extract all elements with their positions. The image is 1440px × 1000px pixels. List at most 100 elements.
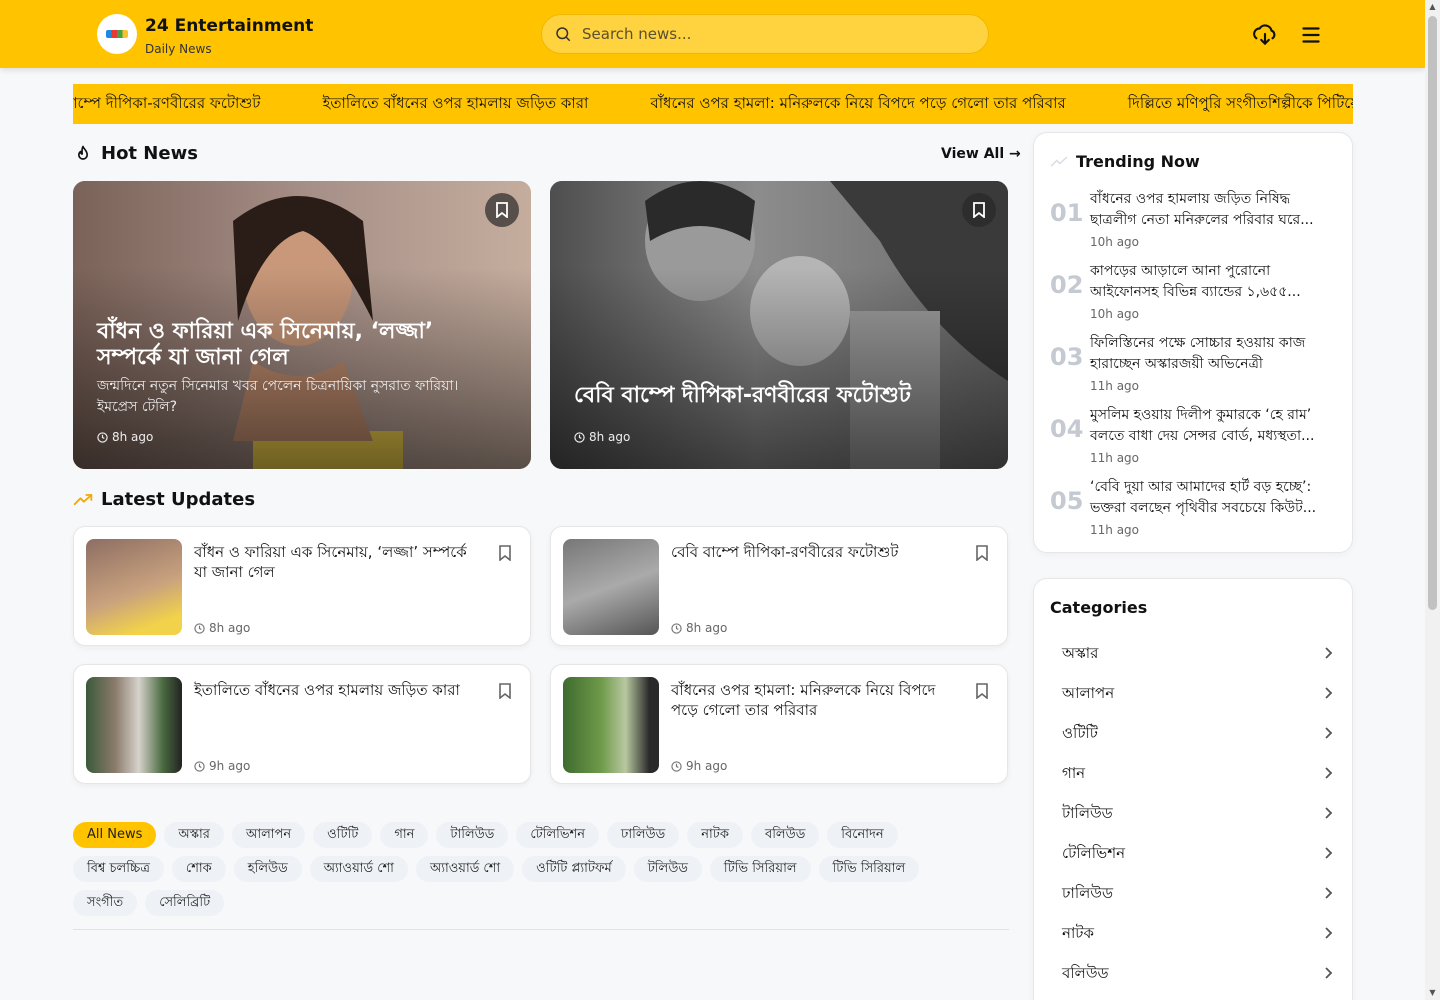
chip[interactable]: বিশ্ব চলচ্চিত্র bbox=[73, 856, 164, 882]
trending-item[interactable]: 04 মুসলিম হওয়ায় দিলীপ কুমারকে ‘হে রাম’… bbox=[1050, 405, 1340, 471]
category-label: টালিউড bbox=[1062, 804, 1113, 822]
bookmark-icon[interactable] bbox=[975, 683, 989, 699]
category-item[interactable]: টেলিভিশন bbox=[1050, 834, 1338, 872]
chip[interactable]: টালিউড bbox=[436, 822, 509, 848]
trending-item[interactable]: 02 কাপড়ের আড়ালে আনা পুরোনো আইফোনসহ বিভ… bbox=[1050, 261, 1340, 327]
hot-news-title: Hot News bbox=[101, 143, 198, 164]
bookmark-icon bbox=[973, 202, 985, 218]
site-subtitle: Daily News bbox=[145, 42, 212, 56]
trending-item[interactable]: 05 ‘বেবি দুয়া আর আমাদের হার্ট বড় হচ্ছে… bbox=[1050, 477, 1340, 543]
site-logo[interactable] bbox=[97, 14, 137, 54]
latest-news-card[interactable]: ইতালিতে বাঁধনের ওপর হামলায় জড়িত কারা 9… bbox=[73, 664, 531, 784]
chip[interactable]: হলিউড bbox=[233, 856, 302, 882]
trending-up-icon bbox=[73, 493, 93, 505]
menu-icon[interactable] bbox=[1298, 22, 1324, 48]
latest-card-title[interactable]: বাঁধন ও ফারিয়া এক সিনেমায়, ‘লজ্জা’ সম্… bbox=[194, 542, 484, 582]
ticker-item[interactable]: বাঁধনের ওপর হামলা: মনিরুলকে নিয়ে বিপদে … bbox=[650, 92, 1065, 117]
latest-card-title[interactable]: ইতালিতে বাঁধনের ওপর হামলায় জড়িত কারা bbox=[194, 680, 484, 700]
hot-news-card[interactable]: বাঁধন ও ফারিয়া এক সিনেমায়, ‘লজ্জা’ সম্… bbox=[73, 181, 531, 469]
chip[interactable]: অ্যাওয়ার্ড শো bbox=[415, 856, 515, 882]
latest-card-title[interactable]: বেবি বাম্পে দীপিকা-রণবীরের ফটোশুট bbox=[671, 542, 961, 562]
trending-time: 11h ago bbox=[1090, 523, 1140, 537]
clock-icon bbox=[671, 760, 682, 772]
search-input[interactable] bbox=[582, 15, 982, 53]
chip[interactable]: বিনোদন bbox=[827, 822, 898, 848]
latest-news-card[interactable]: বাঁধন ও ফারিয়া এক সিনেমায়, ‘লজ্জা’ সম্… bbox=[73, 526, 531, 646]
ticker-item[interactable]: ইতালিতে বাঁধনের ওপর হামলায় জড়িত কারা bbox=[322, 92, 588, 117]
bookmark-button[interactable] bbox=[485, 193, 519, 227]
trending-title-text[interactable]: বাঁধনের ওপর হামলায় জড়িত নিষিদ্ধ ছাত্রল… bbox=[1090, 189, 1340, 231]
trending-title-text[interactable]: ফিলিস্তিনের পক্ষে সোচ্চার হওয়ায় কাজ হা… bbox=[1090, 333, 1340, 375]
top-header: 24 Entertainment Daily News bbox=[0, 0, 1425, 68]
clock-icon bbox=[97, 431, 108, 443]
clock-icon bbox=[574, 431, 585, 443]
bookmark-button[interactable] bbox=[962, 193, 996, 227]
hot-card-title[interactable]: বেবি বাম্পে দীপিকা-রণবীরের ফটোশুট bbox=[574, 383, 974, 409]
scroll-up-icon[interactable]: ▲ bbox=[1428, 2, 1437, 12]
bookmark-icon[interactable] bbox=[498, 545, 512, 561]
category-item[interactable]: ওটিটি bbox=[1050, 714, 1338, 752]
category-item[interactable]: বলিউড bbox=[1050, 954, 1338, 992]
clock-icon bbox=[194, 622, 205, 634]
hot-card-title[interactable]: বাঁধন ও ফারিয়া এক সিনেমায়, ‘লজ্জা’ সম্… bbox=[97, 319, 497, 371]
trending-rank: 02 bbox=[1050, 271, 1084, 299]
trending-item[interactable]: 01 বাঁধনের ওপর হামলায় জড়িত নিষিদ্ধ ছাত… bbox=[1050, 189, 1340, 255]
bookmark-icon[interactable] bbox=[498, 683, 512, 699]
latest-card-time: 8h ago bbox=[671, 621, 727, 635]
download-cloud-icon[interactable] bbox=[1252, 22, 1278, 48]
chip-all-news[interactable]: All News bbox=[73, 822, 157, 848]
chip[interactable]: অস্কার bbox=[164, 822, 224, 848]
chip[interactable]: টিভি সিরিয়াল bbox=[709, 856, 811, 882]
latest-card-time: 9h ago bbox=[194, 759, 250, 773]
logo-mark-icon bbox=[106, 30, 128, 38]
category-item[interactable]: আলাপন bbox=[1050, 674, 1338, 712]
trending-time: 11h ago bbox=[1090, 379, 1140, 393]
hot-news-card[interactable]: বেবি বাম্পে দীপিকা-রণবীরের ফটোশুট 8h ago bbox=[550, 181, 1008, 469]
chip[interactable]: নাটক bbox=[687, 822, 743, 848]
trending-heading: Trending Now bbox=[1050, 152, 1200, 171]
chip[interactable]: আলাপন bbox=[231, 822, 306, 848]
chip[interactable]: সংগীত bbox=[73, 890, 138, 916]
scroll-down-icon[interactable]: ▼ bbox=[1428, 988, 1437, 998]
hot-card-time: 8h ago bbox=[574, 430, 630, 444]
chevron-right-icon bbox=[1325, 967, 1333, 979]
chip[interactable]: সেলিব্রিটি bbox=[145, 890, 225, 916]
chip[interactable]: অ্যাওয়ার্ড শো bbox=[309, 856, 408, 882]
chip[interactable]: গান bbox=[380, 822, 429, 848]
chip[interactable]: টিভি সিরিয়াল bbox=[818, 856, 920, 882]
ticker-item[interactable]: দিল্লিতে মণিপুরি সংগীতশিল্পীকে পিটিয়ে হ… bbox=[1128, 92, 1353, 117]
category-item[interactable]: অস্কার bbox=[1050, 634, 1338, 672]
chip[interactable]: ঢালিউড bbox=[607, 822, 680, 848]
latest-news-card[interactable]: বাঁধনের ওপর হামলা: মনিরুলকে নিয়ে বিপদে … bbox=[550, 664, 1008, 784]
view-all-link[interactable]: View All → bbox=[941, 146, 1021, 162]
page-scrollbar[interactable]: ▲ ▼ bbox=[1425, 0, 1440, 1000]
latest-news-card[interactable]: বেবি বাম্পে দীপিকা-রণবীরের ফটোশুট 8h ago bbox=[550, 526, 1008, 646]
scroll-thumb[interactable] bbox=[1428, 16, 1437, 610]
chip[interactable]: ওটিটি bbox=[313, 822, 373, 848]
search-box[interactable] bbox=[541, 14, 989, 54]
bookmark-icon[interactable] bbox=[975, 545, 989, 561]
chip[interactable]: টেলিভিশন bbox=[516, 822, 599, 848]
chip[interactable]: ওটিটি প্ল্যাটফর্ম bbox=[522, 856, 626, 882]
trending-rank: 01 bbox=[1050, 199, 1084, 227]
trending-item[interactable]: 03 ফিলিস্তিনের পক্ষে সোচ্চার হওয়ায় কাজ… bbox=[1050, 333, 1340, 399]
trending-title-text[interactable]: মুসলিম হওয়ায় দিলীপ কুমারকে ‘হে রাম’ বল… bbox=[1090, 405, 1340, 447]
news-thumbnail bbox=[563, 539, 659, 635]
chip[interactable]: টলিউড bbox=[633, 856, 702, 882]
latest-updates-title: Latest Updates bbox=[101, 489, 256, 510]
trending-title-text[interactable]: ‘বেবি দুয়া আর আমাদের হার্ট বড় হচ্ছে’: … bbox=[1090, 477, 1340, 519]
latest-card-title[interactable]: বাঁধনের ওপর হামলা: মনিরুলকে নিয়ে বিপদে … bbox=[671, 680, 961, 720]
category-item[interactable]: গান bbox=[1050, 754, 1338, 792]
chip[interactable]: শোক bbox=[171, 856, 226, 882]
category-item[interactable]: টালিউড bbox=[1050, 794, 1338, 832]
trending-up-icon bbox=[1050, 156, 1068, 166]
trending-title-text[interactable]: কাপড়ের আড়ালে আনা পুরোনো আইফোনসহ বিভিন্… bbox=[1090, 261, 1340, 303]
category-item[interactable]: নাটক bbox=[1050, 914, 1338, 952]
ticker-item[interactable]: বেবি বাম্পে দীপিকা-রণবীরের ফটোশুট bbox=[73, 92, 260, 117]
chevron-right-icon bbox=[1325, 767, 1333, 779]
search-icon bbox=[556, 27, 571, 42]
category-label: গান bbox=[1062, 764, 1086, 782]
site-title[interactable]: 24 Entertainment bbox=[145, 16, 313, 36]
chip[interactable]: বলিউড bbox=[750, 822, 820, 848]
category-item[interactable]: ঢালিউড bbox=[1050, 874, 1338, 912]
